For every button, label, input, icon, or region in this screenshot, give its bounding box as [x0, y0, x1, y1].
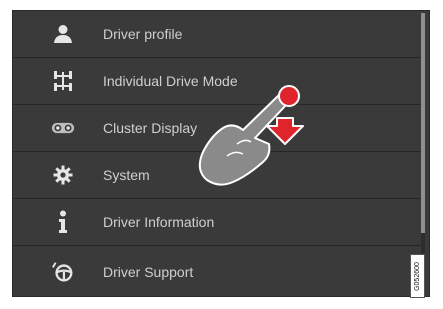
menu-scrollbar[interactable]: [421, 13, 425, 294]
info-icon: [51, 210, 75, 234]
gear-icon: [51, 163, 75, 187]
scroll-thumb[interactable]: [421, 13, 425, 233]
menu-item-driver-support[interactable]: Driver Support: [13, 246, 421, 296]
reference-code-text: G052600: [414, 261, 421, 291]
drive-mode-icon: [51, 69, 75, 93]
person-icon: [51, 22, 75, 46]
menu-item-driver-profile[interactable]: Driver profile: [13, 11, 421, 58]
steering-wheel-icon: [51, 260, 75, 284]
menu-item-label: Driver profile: [103, 26, 183, 42]
menu-item-driver-information[interactable]: Driver Information: [13, 199, 421, 246]
image-reference-code: G052600: [410, 254, 425, 298]
menu-item-label: Driver Information: [103, 214, 215, 230]
cluster-display-icon: [51, 116, 75, 140]
hand-swipe-down-icon: [185, 72, 315, 202]
menu-item-label: System: [103, 167, 150, 183]
menu-item-label: Cluster Display: [103, 120, 198, 136]
menu-item-label: Driver Support: [103, 264, 194, 280]
